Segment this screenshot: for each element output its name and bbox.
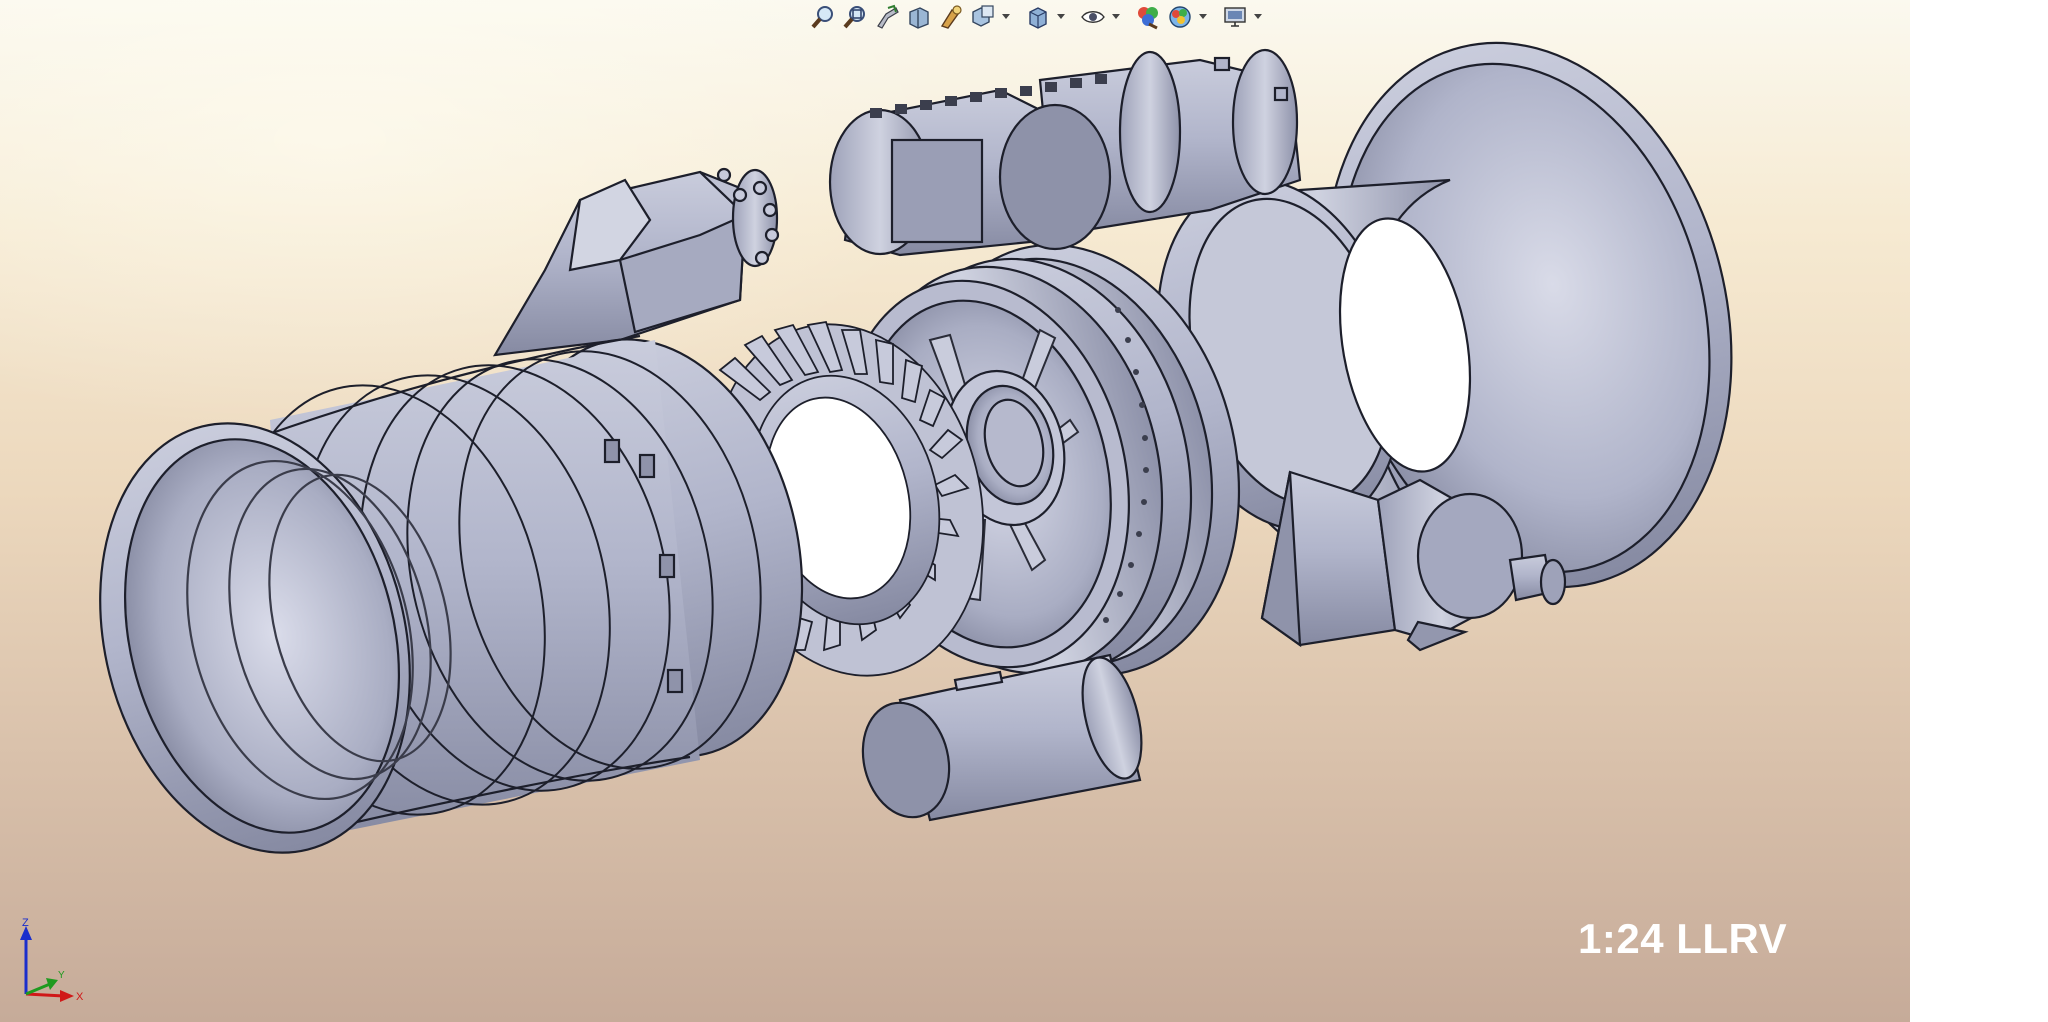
hide-show-items-icon[interactable] xyxy=(1078,3,1108,31)
previous-view-icon[interactable] xyxy=(872,3,902,31)
apply-scene-icon[interactable] xyxy=(1165,3,1195,31)
display-style-icon[interactable] xyxy=(1023,3,1053,31)
triad-y-label: Y xyxy=(58,970,65,981)
section-view-icon[interactable] xyxy=(904,3,934,31)
view-orientation-icon[interactable] xyxy=(968,3,998,31)
heads-up-view-toolbar xyxy=(808,2,1273,32)
fan-inlet-case[interactable] xyxy=(57,308,844,886)
oil-tank-cylinder[interactable] xyxy=(851,652,1152,827)
view-orientation-dropdown[interactable] xyxy=(1000,3,1011,31)
triad-y-axis xyxy=(25,982,51,996)
assembly-model[interactable] xyxy=(0,0,1910,1022)
scale-label: 1:24 LLRV xyxy=(1578,915,1788,962)
dynamic-annotation-icon[interactable] xyxy=(936,3,966,31)
edit-appearance-icon[interactable] xyxy=(1133,3,1163,31)
display-style-dropdown[interactable] xyxy=(1055,3,1066,31)
view-settings-dropdown[interactable] xyxy=(1252,3,1263,31)
triad-x-arrow xyxy=(60,990,74,1002)
zoom-to-fit-icon[interactable] xyxy=(808,3,838,31)
view-settings-icon[interactable] xyxy=(1220,3,1250,31)
inlet-upper-duct[interactable] xyxy=(492,167,780,357)
reference-triad[interactable]: Z Y X xyxy=(8,914,88,1006)
triad-z-label: Z xyxy=(22,917,29,929)
triad-x-label: X xyxy=(76,991,84,1003)
triad-x-axis xyxy=(25,992,65,998)
zoom-to-area-icon[interactable] xyxy=(840,3,870,31)
hide-show-items-dropdown[interactable] xyxy=(1110,3,1121,31)
graphics-area[interactable]: 1:24 LLRV Z Y X xyxy=(0,0,1910,1022)
right-blank-panel xyxy=(1910,0,2048,1022)
apply-scene-dropdown[interactable] xyxy=(1197,3,1208,31)
